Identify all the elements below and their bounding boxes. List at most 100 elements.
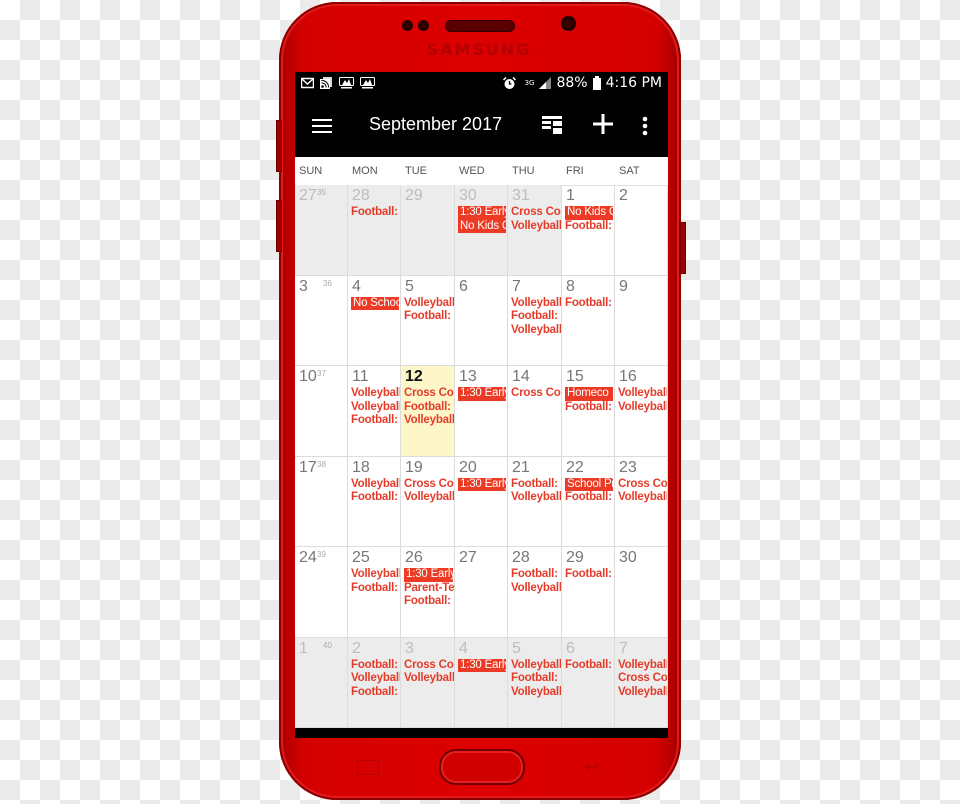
calendar-day[interactable]: 26 1:30 Early Parent-Te Football: — [401, 547, 455, 638]
calendar-day[interactable]: 4 No Schoo — [348, 275, 401, 366]
calendar-day[interactable]: 3 Cross Co Volleyball — [401, 637, 455, 728]
view-layout-icon[interactable] — [542, 115, 562, 135]
all-day-event-chip[interactable]: No Schoo — [351, 296, 399, 311]
event-item[interactable]: Volleyball — [618, 401, 667, 415]
calendar-day[interactable]: 5 Volleyball Football: — [401, 275, 455, 366]
event-item[interactable]: Cross Co — [404, 659, 454, 673]
calendar-day[interactable]: 7 Volleyball Football: Volleyball — [508, 275, 562, 366]
all-day-event-chip[interactable]: 1:30 Early — [458, 387, 506, 401]
calendar-day[interactable]: 27 35 — [295, 185, 348, 276]
event-item[interactable]: Football: — [511, 310, 561, 324]
event-item[interactable]: Volleyball — [351, 672, 400, 686]
calendar-day[interactable]: 2 Football: Volleyball Football: — [348, 637, 401, 728]
event-item[interactable]: Volleyball — [618, 686, 667, 700]
all-day-event-chip[interactable]: School Pi — [565, 477, 613, 492]
calendar-day[interactable]: 4 1:30 Early — [455, 637, 508, 728]
event-item[interactable]: Cross Co — [511, 206, 561, 220]
calendar-day[interactable]: 28 Football: Volleyball — [508, 547, 562, 638]
calendar-day[interactable]: 22 School Pi Football: — [562, 456, 615, 547]
event-item[interactable]: Football: — [565, 568, 614, 582]
calendar-day[interactable]: 14 Cross Co — [508, 366, 562, 457]
event-item[interactable]: Volleyball — [511, 582, 561, 596]
event-item[interactable]: Volleyball — [511, 659, 561, 673]
calendar-day[interactable]: 17 38 — [295, 456, 348, 547]
calendar-day[interactable]: 6 Football: — [562, 637, 615, 728]
calendar-day[interactable]: 1 40 — [295, 637, 348, 728]
home-button[interactable] — [439, 749, 525, 785]
calendar-day[interactable]: 31 Cross Co Volleyball — [508, 185, 562, 276]
more-vert-icon[interactable] — [642, 116, 648, 136]
all-day-event-chip[interactable]: 1:30 Early — [458, 206, 506, 220]
event-item[interactable]: Football: — [565, 220, 614, 234]
calendar-day[interactable]: 16 Volleyball Volleyball — [615, 366, 668, 457]
recents-icon[interactable] — [357, 760, 379, 775]
event-item[interactable]: Volleyball — [351, 401, 400, 415]
calendar-day-today[interactable]: 12 Cross Co Football: Volleyball — [401, 366, 455, 457]
month-title[interactable]: September 2017 — [369, 114, 502, 135]
calendar-day[interactable]: 7 Volleyball Cross Co Volleyball — [615, 637, 668, 728]
calendar-day[interactable]: 21 Football: Volleyball — [508, 456, 562, 547]
back-icon[interactable]: ↩ — [584, 757, 599, 778]
event-item[interactable]: Cross Co — [404, 478, 454, 492]
event-item[interactable]: Volleyball — [618, 659, 667, 673]
event-item[interactable]: Volleyball — [511, 686, 561, 700]
calendar-day[interactable]: 6 — [455, 275, 508, 366]
event-item[interactable]: Volleyball — [404, 414, 454, 428]
event-item[interactable]: Volleyball — [511, 297, 561, 311]
event-item[interactable]: Volleyball — [618, 387, 667, 401]
event-item[interactable]: Football: — [351, 206, 400, 220]
event-item[interactable]: Volleyball — [404, 672, 454, 686]
event-item[interactable]: Football: — [565, 491, 614, 505]
calendar-day[interactable]: 8 Football: — [562, 275, 615, 366]
calendar-day[interactable]: 30 — [615, 547, 668, 638]
calendar-day[interactable]: 28 Football: — [348, 185, 401, 276]
calendar-day[interactable]: 25 Volleyball Football: — [348, 547, 401, 638]
event-item[interactable]: Football: — [351, 582, 400, 596]
calendar-day[interactable]: 9 — [615, 275, 668, 366]
event-item[interactable]: Volleyball — [511, 220, 561, 234]
event-item[interactable]: Cross Co — [511, 387, 561, 401]
calendar-day[interactable]: 20 1:30 Early — [455, 456, 508, 547]
event-item[interactable]: Volleyball — [511, 491, 561, 505]
calendar-day[interactable]: 13 1:30 Early — [455, 366, 508, 457]
all-day-event-chip[interactable]: No Kids C — [458, 219, 506, 234]
event-item[interactable]: Football: — [404, 401, 454, 415]
event-item[interactable]: Volleyball — [351, 387, 400, 401]
calendar-day[interactable]: 29 Football: — [562, 547, 615, 638]
calendar-day[interactable]: 30 1:30 Early No Kids C — [455, 185, 508, 276]
event-item[interactable]: Cross Co — [618, 672, 667, 686]
all-day-event-chip[interactable]: Homeco — [565, 387, 613, 401]
event-item[interactable]: Volleyball — [511, 324, 561, 338]
all-day-event-chip[interactable]: 1:30 Early — [458, 658, 506, 673]
event-item[interactable]: Volleyball — [351, 568, 400, 582]
event-item[interactable]: Football: — [351, 414, 400, 428]
calendar-day[interactable]: 23 Cross Co Volleyball — [615, 456, 668, 547]
calendar-day[interactable]: 19 Cross Co Volleyball — [401, 456, 455, 547]
event-item[interactable]: Football: — [351, 686, 400, 700]
calendar-day[interactable]: 27 — [455, 547, 508, 638]
calendar-day[interactable]: 2 — [615, 185, 668, 276]
calendar-day[interactable]: 3 36 — [295, 275, 348, 366]
event-item[interactable]: Football: — [404, 310, 454, 324]
event-item[interactable]: Volleyball — [618, 491, 667, 505]
event-item[interactable]: Cross Co — [618, 478, 667, 492]
event-item[interactable]: Volleyball — [404, 297, 454, 311]
event-item[interactable]: Football: — [511, 672, 561, 686]
calendar-day[interactable]: 18 Volleyball Football: — [348, 456, 401, 547]
calendar-day[interactable]: 5 Volleyball Football: Volleyball — [508, 637, 562, 728]
event-item[interactable]: Parent-Te — [404, 582, 454, 596]
event-item[interactable]: Football: — [351, 491, 400, 505]
calendar-day[interactable]: 24 39 — [295, 547, 348, 638]
event-item[interactable]: Football: — [565, 659, 614, 673]
event-item[interactable]: Cross Co — [404, 387, 454, 401]
add-icon[interactable] — [592, 113, 614, 135]
all-day-event-chip[interactable]: No Kids C — [565, 206, 613, 220]
calendar-day[interactable]: 1 No Kids C Football: — [562, 185, 615, 276]
event-item[interactable]: Football: — [565, 297, 614, 311]
event-item[interactable]: Volleyball — [351, 478, 400, 492]
all-day-event-chip[interactable]: 1:30 Early — [404, 568, 453, 582]
event-item[interactable]: Volleyball — [404, 491, 454, 505]
event-item[interactable]: Football: — [404, 595, 454, 609]
calendar-day[interactable]: 10 37 — [295, 366, 348, 457]
calendar-day[interactable]: 15 Homeco Football: — [562, 366, 615, 457]
